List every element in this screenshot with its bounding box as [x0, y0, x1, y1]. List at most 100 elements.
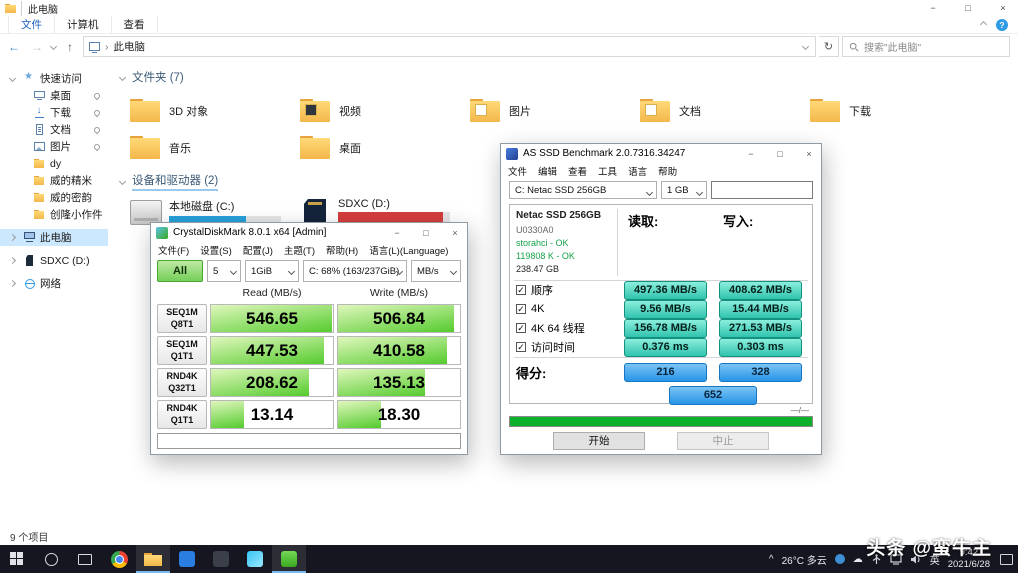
menu-tools[interactable]: 工具	[598, 164, 617, 178]
expand-icon[interactable]	[9, 234, 16, 241]
action-center-icon[interactable]	[1000, 554, 1013, 565]
search-button[interactable]	[34, 545, 68, 573]
expand-icon[interactable]	[9, 257, 16, 264]
collapse-icon[interactable]	[119, 178, 126, 185]
task-view-button[interactable]	[68, 545, 102, 573]
checkbox-sequential[interactable]: ✓	[516, 285, 526, 295]
unit-select[interactable]: MB/s	[411, 260, 461, 282]
menu-profile[interactable]: 配置(J)	[243, 243, 273, 257]
ribbon-tab-computer[interactable]: 计算机	[55, 16, 112, 33]
test-size-select[interactable]: 1 GB	[661, 181, 707, 199]
menu-file[interactable]: 文件	[508, 164, 527, 178]
ribbon-collapse-icon[interactable]	[980, 21, 987, 28]
drive-select[interactable]: C: Netac SSD 256GB	[509, 181, 657, 199]
start-button[interactable]: 开始	[553, 432, 645, 450]
checkbox-4k64[interactable]: ✓	[516, 323, 526, 333]
taskbar-app-explorer[interactable]	[136, 545, 170, 573]
sidebar-item-folder-6[interactable]: 威的精米	[0, 172, 108, 189]
menu-language[interactable]: 语言	[628, 164, 647, 178]
menu-view[interactable]: 查看	[568, 164, 587, 178]
test-rnd4k-q32t1-button[interactable]: RND4KQ32T1	[157, 368, 207, 397]
expand-icon[interactable]	[9, 280, 16, 287]
hidden-icons-button[interactable]: ^	[769, 554, 774, 565]
test-count-select[interactable]: 5	[207, 260, 241, 282]
sidebar-item-folder-7[interactable]: 威的密韵	[0, 189, 108, 206]
comment-field[interactable]	[157, 433, 461, 449]
close-button[interactable]: ×	[988, 0, 1018, 16]
taskbar-app-crystaldiskmark[interactable]	[272, 545, 306, 573]
folder-music[interactable]: 音乐	[130, 129, 300, 166]
taskbar-app-browser[interactable]	[102, 545, 136, 573]
abort-button[interactable]: 中止	[677, 432, 769, 450]
sidebar-item-network[interactable]: 网络	[0, 275, 108, 292]
sidebar-item-dy[interactable]: dy	[0, 155, 108, 172]
sidebar-item-pictures[interactable]: 图片	[0, 138, 108, 155]
recent-locations-icon[interactable]	[50, 43, 57, 50]
test-size-select[interactable]: 1GiB	[245, 260, 299, 282]
folder-3d-objects[interactable]: 3D 对象	[130, 92, 300, 129]
checkbox-4k[interactable]: ✓	[516, 304, 526, 314]
taskbar-app-dark[interactable]	[204, 545, 238, 573]
minimize-button[interactable]: −	[739, 144, 763, 163]
test-seq1m-q1t1-button[interactable]: SEQ1MQ1T1	[157, 336, 207, 365]
all-tests-button[interactable]: All	[157, 260, 203, 282]
menu-edit[interactable]: 编辑	[538, 164, 557, 178]
folder-videos[interactable]: 视频	[300, 92, 470, 129]
tray-app-icon[interactable]	[835, 554, 845, 564]
menu-settings[interactable]: 设置(S)	[200, 243, 232, 257]
start-button[interactable]	[0, 545, 34, 573]
sidebar-item-folder-8[interactable]: 创隆小作件	[0, 206, 108, 223]
test-row-sequential: ✓顺序 497.36 MB/s 408.62 MB/s	[514, 281, 808, 300]
maximize-button[interactable]: □	[414, 223, 438, 242]
test-rnd4k-q1t1-button[interactable]: RND4KQ1T1	[157, 400, 207, 429]
close-button[interactable]: ×	[443, 223, 467, 242]
menu-file[interactable]: 文件(F)	[158, 243, 189, 257]
folder-downloads[interactable]: 下载	[810, 92, 980, 129]
menu-help[interactable]: 帮助(H)	[326, 243, 358, 257]
pictures-icon	[34, 141, 45, 152]
folder-documents[interactable]: 文档	[640, 92, 810, 129]
sidebar-item-documents[interactable]: 文档	[0, 121, 108, 138]
address-bar[interactable]: › 此电脑	[83, 36, 816, 57]
target-drive-select[interactable]: C: 68% (163/237GiB)	[303, 260, 407, 282]
checkbox-access-time[interactable]: ✓	[516, 342, 526, 352]
close-button[interactable]: ×	[797, 144, 821, 163]
sidebar-item-this-pc[interactable]: 此电脑	[0, 229, 108, 246]
expand-icon[interactable]	[9, 75, 16, 82]
maximize-button[interactable]: □	[768, 144, 792, 163]
weather-widget[interactable]: 26°C 多云	[782, 552, 827, 567]
menu-language[interactable]: 语言(L)(Language)	[369, 243, 448, 257]
progress-note: —/—	[513, 406, 809, 415]
minimize-button[interactable]: −	[918, 0, 948, 16]
onedrive-cloud-icon[interactable]: ☁	[853, 554, 863, 565]
menu-help[interactable]: 帮助	[658, 164, 677, 178]
chevron-down-icon	[450, 268, 457, 275]
sidebar-item-desktop[interactable]: 桌面	[0, 87, 108, 104]
collapse-icon[interactable]	[119, 73, 126, 80]
help-icon[interactable]: ?	[996, 19, 1008, 31]
forward-button[interactable]: →	[27, 37, 47, 57]
refresh-button[interactable]: ↻	[819, 36, 839, 57]
folders-group-header[interactable]: 文件夹 (7)	[120, 69, 1018, 85]
up-button[interactable]: ↑	[60, 37, 80, 57]
sidebar-quick-access[interactable]: 快速访问	[0, 70, 108, 87]
breadcrumb-location[interactable]: 此电脑	[114, 39, 146, 54]
comment-field[interactable]	[711, 181, 813, 199]
ribbon-tab-file[interactable]: 文件	[8, 16, 55, 33]
maximize-button[interactable]: □	[953, 0, 983, 16]
ribbon-tab-view[interactable]: 查看	[112, 16, 158, 33]
sidebar-item-downloads[interactable]: 下载	[0, 104, 108, 121]
folder-pictures[interactable]: 图片	[470, 92, 640, 129]
breadcrumb-chevron[interactable]: ›	[105, 41, 109, 53]
back-button[interactable]: ←	[4, 37, 24, 57]
menu-theme[interactable]: 主题(T)	[284, 243, 315, 257]
sidebar-item-sdxc[interactable]: SDXC (D:)	[0, 252, 108, 269]
search-box[interactable]: 搜索"此电脑"	[842, 36, 1010, 57]
taskbar-app-blue[interactable]	[170, 545, 204, 573]
taskbar-app-photos[interactable]	[238, 545, 272, 573]
write-result-cell: 0.303 ms	[719, 338, 802, 357]
test-seq1m-q8t1-button[interactable]: SEQ1MQ8T1	[157, 304, 207, 333]
folder-desktop[interactable]: 桌面	[300, 129, 470, 166]
address-dropdown-icon[interactable]	[802, 43, 809, 50]
minimize-button[interactable]: −	[385, 223, 409, 242]
